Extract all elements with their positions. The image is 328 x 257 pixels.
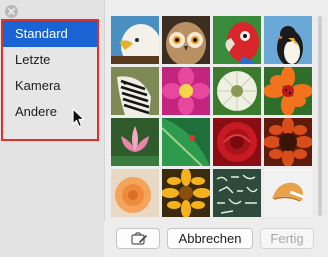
picture-pink-flower[interactable]: [162, 67, 210, 115]
picture-orange-rose[interactable]: [111, 169, 159, 217]
picture-red-sunflower[interactable]: [264, 118, 312, 166]
category-item-letzte[interactable]: Letzte: [3, 47, 97, 73]
picture-fortune-cookie[interactable]: [264, 169, 312, 217]
picture-grid: [111, 16, 312, 217]
picture-owl[interactable]: [162, 16, 210, 64]
picture-green-leaf[interactable]: [162, 118, 210, 166]
mouse-pointer-icon: [72, 108, 85, 128]
camera-edit-button[interactable]: [116, 228, 160, 249]
bottom-button-bar: Abbrechen Fertig: [104, 221, 328, 257]
picture-parrot[interactable]: [213, 16, 261, 64]
picture-ladybug-flower[interactable]: [264, 67, 312, 115]
category-item-kamera[interactable]: Kamera: [3, 73, 97, 99]
category-item-standard[interactable]: Standard: [3, 21, 97, 47]
picture-picker-window: Standard Letzte Kamera Andere Abbrechen …: [0, 0, 328, 257]
picture-dandelion[interactable]: [213, 67, 261, 115]
cancel-button[interactable]: Abbrechen: [167, 228, 253, 249]
camera-edit-icon: [131, 232, 147, 245]
picture-eagle[interactable]: [111, 16, 159, 64]
picture-yellow-flower[interactable]: [162, 169, 210, 217]
category-sidebar: Standard Letzte Kamera Andere: [0, 0, 105, 257]
picture-penguin[interactable]: [264, 16, 312, 64]
done-button[interactable]: Fertig: [260, 228, 314, 249]
close-icon[interactable]: [5, 5, 18, 18]
picture-zebra[interactable]: [111, 67, 159, 115]
picture-lotus[interactable]: [111, 118, 159, 166]
grid-scrollbar[interactable]: [318, 16, 322, 216]
picture-red-rose[interactable]: [213, 118, 261, 166]
picture-chalkboard[interactable]: [213, 169, 261, 217]
